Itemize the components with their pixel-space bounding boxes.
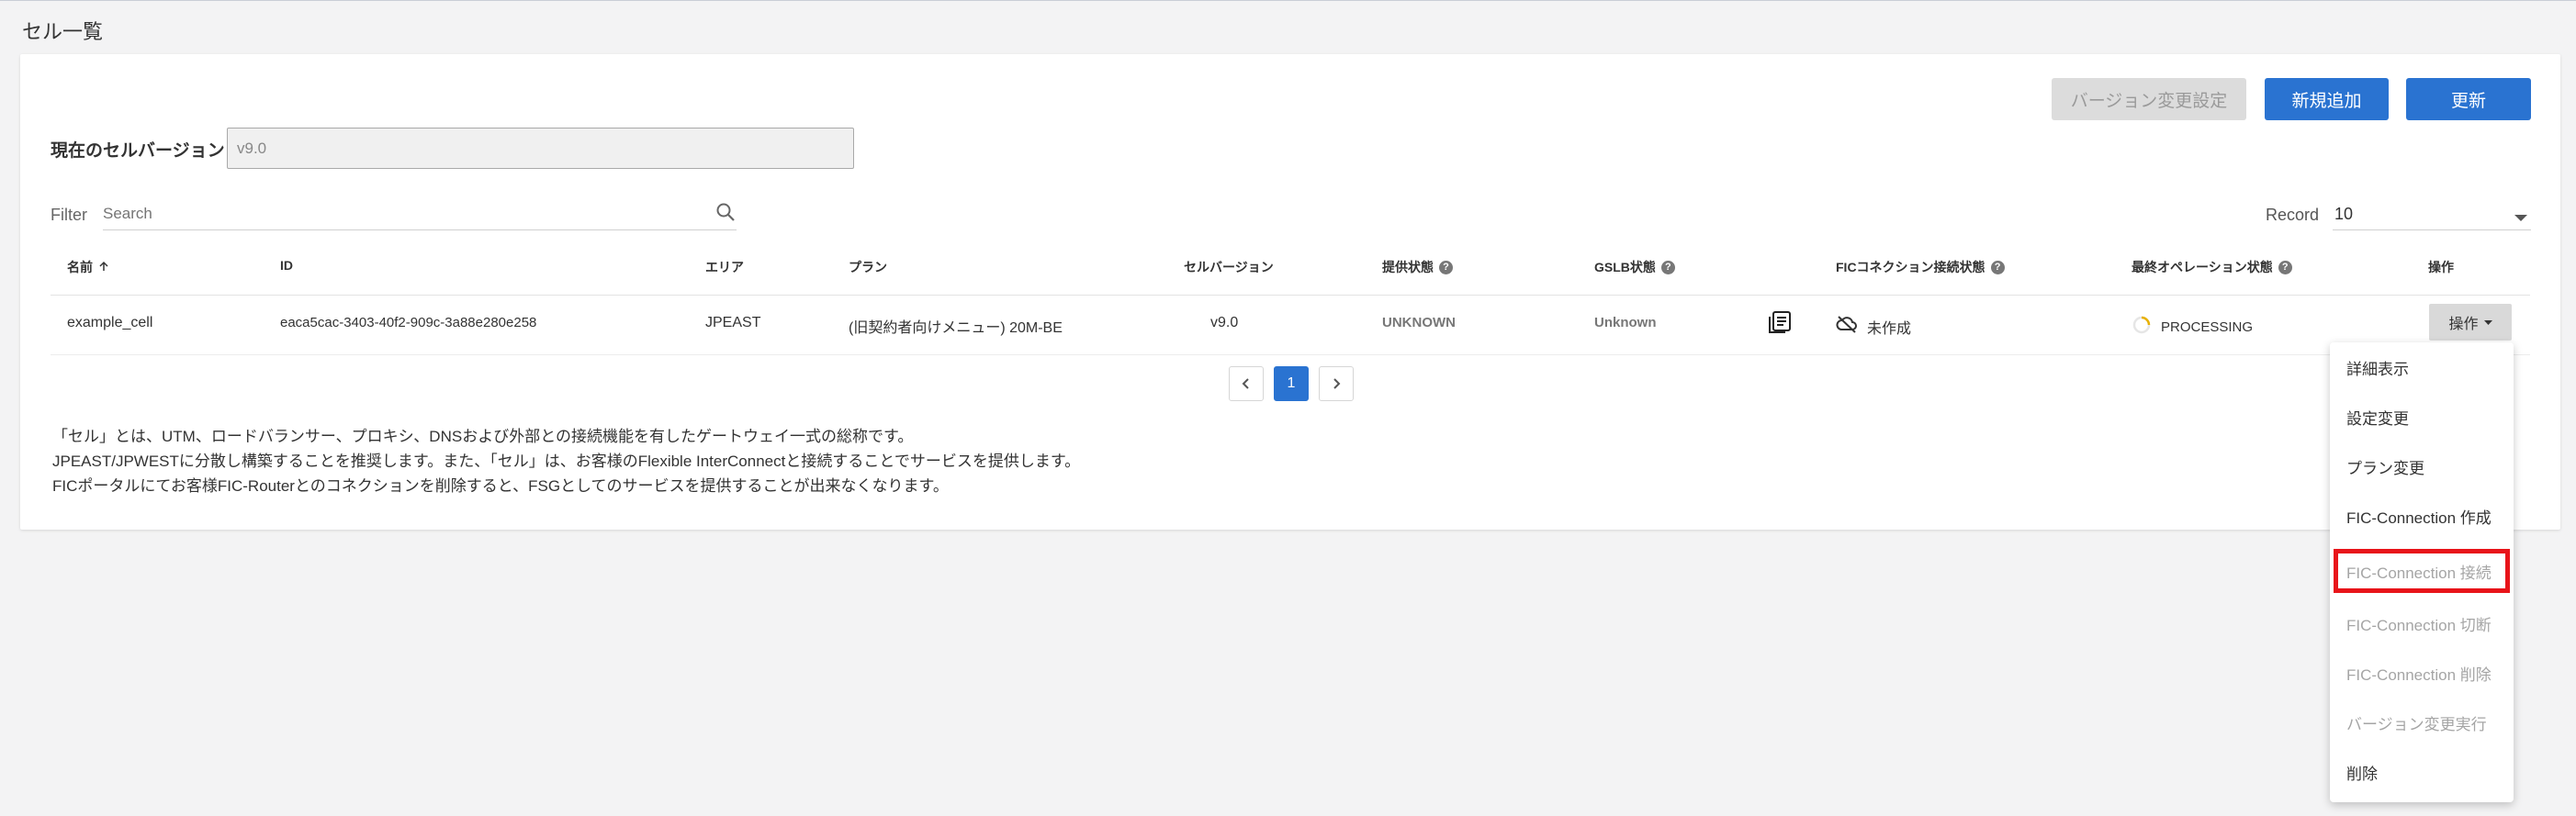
search-icon[interactable] — [714, 201, 737, 228]
search-input[interactable] — [103, 201, 681, 227]
caret-down-icon — [2514, 210, 2527, 227]
add-button[interactable]: 新規追加 — [2265, 78, 2389, 120]
column-header-fic-status: FICコネクション接続状態 ? — [1836, 258, 2005, 276]
column-header-area: エリア — [705, 260, 744, 274]
last-op-status-cell: PROCESSING — [2132, 315, 2253, 340]
menu-item-fic-delete[interactable]: FIC-Connection 削除 — [2330, 648, 2514, 698]
prev-page-button[interactable] — [1229, 366, 1264, 401]
spinner-icon — [2132, 315, 2152, 340]
cell-plan: (旧契約者向けメニュー) 20M-BE — [849, 320, 1063, 336]
sort-asc-icon — [98, 260, 109, 274]
help-icon[interactable]: ? — [1439, 260, 1453, 274]
gslb-status-label: GSLB状態 — [1594, 260, 1656, 274]
record-value: 10 — [2334, 205, 2354, 223]
description-line-2: JPEAST/JPWESTに分散し構築することを推奨します。また、「セル」は、お… — [52, 453, 1081, 470]
page-title: セル一覧 — [22, 20, 104, 43]
operations-menu: 詳細表示 設定変更 プラン変更 FIC-Connection 作成 FIC-Co… — [2330, 342, 2514, 802]
caret-down-icon — [2483, 314, 2492, 330]
cell-version-field: v9.0 — [227, 128, 854, 169]
table-header-divider — [51, 295, 2530, 296]
record-select[interactable]: 10 — [2333, 197, 2531, 230]
last-op-status-value: PROCESSING — [2161, 319, 2254, 335]
menu-item-fic-disconnect[interactable]: FIC-Connection 切断 — [2330, 598, 2514, 648]
provision-status-label: 提供状態 — [1382, 260, 1434, 274]
menu-item-details[interactable]: 詳細表示 — [2330, 342, 2514, 392]
column-header-name[interactable]: 名前 — [67, 258, 109, 276]
next-page-button[interactable] — [1319, 366, 1354, 401]
provision-status-value: UNKNOWN — [1382, 315, 1456, 330]
menu-item-change-plan[interactable]: プラン変更 — [2330, 442, 2514, 491]
operations-dropdown-button[interactable]: 操作 — [2429, 304, 2512, 341]
fic-status-cell: 未作成 — [1836, 315, 1911, 338]
column-header-plan: プラン — [849, 260, 887, 274]
cell-area: JPEAST — [705, 315, 761, 330]
menu-item-fic-connect[interactable]: FIC-Connection 接続 — [2334, 549, 2510, 593]
column-header-actions: 操作 — [2428, 260, 2454, 274]
document-list-icon[interactable] — [1767, 309, 1793, 335]
chevron-right-icon — [1333, 378, 1341, 389]
refresh-button[interactable]: 更新 — [2406, 78, 2531, 120]
search-box — [103, 197, 737, 230]
description-text: 「セル」とは、UTM、ロードバランサー、プロキシ、DNSおよび外部との接続機能を… — [52, 424, 1080, 498]
menu-item-version-change[interactable]: バージョン変更実行 — [2330, 698, 2514, 747]
help-icon[interactable]: ? — [1660, 260, 1675, 274]
column-header-id: ID — [280, 258, 293, 273]
fic-status-value: 未作成 — [1867, 320, 1912, 337]
help-icon[interactable]: ? — [1990, 260, 2005, 274]
gslb-status-value: Unknown — [1594, 315, 1657, 330]
last-op-status-label: 最終オペレーション状態 — [2132, 260, 2273, 274]
cell-name: example_cell — [67, 315, 153, 330]
record-label: Record — [2266, 206, 2320, 224]
menu-item-delete[interactable]: 削除 — [2330, 747, 2514, 797]
cloud-off-icon — [1836, 315, 1858, 338]
cell-version-value: v9.0 — [1210, 315, 1239, 330]
filter-label: Filter — [51, 206, 87, 224]
description-line-1: 「セル」とは、UTM、ロードバランサー、プロキシ、DNSおよび外部との接続機能を… — [52, 428, 914, 445]
column-header-last-op-status: 最終オペレーション状態 ? — [2132, 258, 2292, 276]
page-button-current[interactable]: 1 — [1274, 366, 1309, 401]
cell-list-card: バージョン変更設定 新規追加 更新 現在のセルバージョン v9.0 Filter… — [20, 54, 2560, 530]
menu-item-fic-create[interactable]: FIC-Connection 作成 — [2330, 491, 2514, 541]
table-row-divider — [51, 354, 2530, 355]
description-line-3: FICポータルにてお客様FIC-Routerとのコネクションを削除すると、FSG… — [52, 477, 949, 495]
version-setting-button[interactable]: バージョン変更設定 — [2052, 78, 2246, 120]
column-header-cell-version: セルバージョン — [1184, 260, 1274, 274]
fic-status-label: FICコネクション接続状態 — [1836, 260, 1985, 274]
chevron-left-icon — [1242, 378, 1249, 389]
cell-id: eaca5cac-3403-40f2-909c-3a88e280e258 — [280, 315, 537, 330]
help-icon[interactable]: ? — [2278, 260, 2292, 274]
column-header-name-label: 名前 — [67, 260, 93, 274]
menu-item-settings[interactable]: 設定変更 — [2330, 392, 2514, 442]
cell-version-label: 現在のセルバージョン — [51, 141, 225, 161]
column-header-provision-status: 提供状態 ? — [1382, 258, 1453, 276]
operations-label: 操作 — [2448, 317, 2479, 332]
column-header-gslb-status: GSLB状態 ? — [1594, 258, 1675, 276]
